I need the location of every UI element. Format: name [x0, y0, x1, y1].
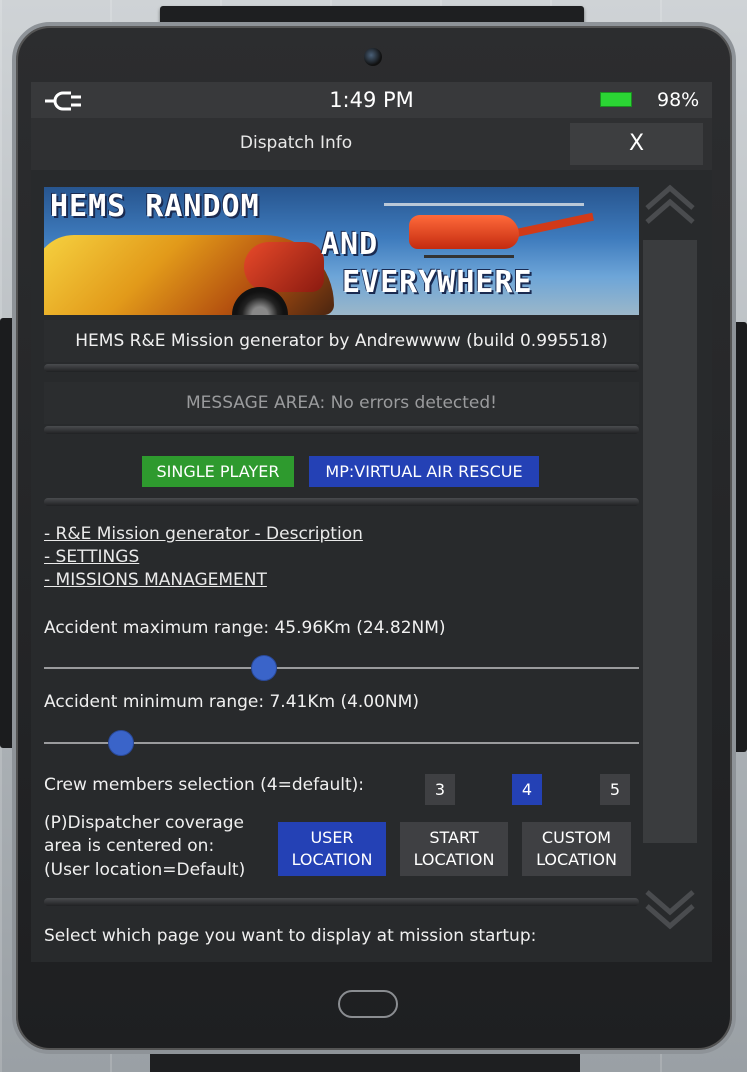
dispatch-content: HEMS RANDOM AND EVERYWHERE HEMS R&E Miss…	[31, 170, 712, 962]
helicopter-tail-graphic	[514, 212, 594, 238]
helicopter-graphic	[409, 215, 519, 249]
max-range-slider[interactable]	[44, 667, 639, 669]
max-range-slider-handle[interactable]	[251, 655, 278, 681]
custom-location-label-2: LOCATION	[536, 850, 617, 869]
scroll-up-icon[interactable]	[643, 182, 697, 228]
generator-info: HEMS R&E Mission generator by Andrewwww …	[44, 320, 639, 362]
custom-location-button[interactable]: CUSTOM LOCATION	[522, 822, 631, 876]
start-location-label-2: LOCATION	[413, 850, 495, 869]
home-button[interactable]	[338, 990, 398, 1018]
missions-management-link[interactable]: - MISSIONS MANAGEMENT	[44, 570, 267, 590]
helicopter-skid-graphic	[424, 255, 514, 258]
window-title: Dispatch Info	[239, 133, 353, 153]
start-location-label-1: START	[429, 828, 479, 847]
max-range-label: Accident maximum range: 45.96Km (24.82NM…	[44, 618, 446, 638]
helicopter-rotor-graphic	[384, 203, 584, 206]
camera-icon	[364, 48, 382, 66]
user-location-button[interactable]: USER LOCATION	[278, 822, 386, 876]
user-location-label-1: USER	[310, 828, 354, 847]
coverage-label-line3: (User location=Default)	[44, 860, 246, 880]
coverage-label-line1: (P)Dispatcher coverage	[44, 813, 244, 833]
tablet-screen: 1:49 PM 98% Dispatch Info X HEMS RANDOM …	[31, 82, 712, 962]
battery-icon	[600, 92, 632, 107]
crew-option-3[interactable]: 3	[425, 774, 455, 805]
description-link[interactable]: - R&E Mission generator - Description	[44, 524, 363, 544]
single-player-button[interactable]: SINGLE PLAYER	[142, 456, 294, 487]
title-bar: Dispatch Info X	[31, 118, 712, 170]
min-range-slider-handle[interactable]	[108, 730, 135, 756]
crew-option-5[interactable]: 5	[600, 774, 630, 805]
min-range-label: Accident minimum range: 7.41Km (4.00NM)	[44, 692, 419, 712]
startup-page-label: Select which page you want to display at…	[44, 926, 537, 946]
message-area: MESSAGE AREA: No errors detected!	[44, 382, 639, 424]
battery-percentage: 98%	[657, 89, 700, 111]
close-button[interactable]: X	[570, 123, 703, 165]
status-bar: 1:49 PM 98%	[31, 82, 712, 118]
start-location-button[interactable]: START LOCATION	[400, 822, 508, 876]
scroll-down-icon[interactable]	[643, 886, 697, 932]
banner-title-line2: AND	[321, 227, 379, 262]
settings-link[interactable]: - SETTINGS	[44, 547, 139, 567]
user-location-label-2: LOCATION	[291, 850, 373, 869]
divider	[44, 898, 639, 906]
hems-banner-image: HEMS RANDOM AND EVERYWHERE	[44, 187, 639, 315]
multiplayer-virtual-air-rescue-button[interactable]: MP:VIRTUAL AIR RESCUE	[309, 456, 539, 487]
banner-title-line3: EVERYWHERE	[342, 265, 533, 300]
car-debris-graphic	[244, 242, 324, 292]
coverage-label-line2: area is centered on:	[44, 836, 215, 856]
crew-selection-label: Crew members selection (4=default):	[44, 775, 365, 795]
mode-selector: SINGLE PLAYER MP:VIRTUAL AIR RESCUE	[31, 456, 712, 488]
divider	[44, 498, 639, 506]
scrollbar[interactable]	[643, 240, 697, 843]
divider	[44, 426, 639, 434]
banner-title-line1: HEMS RANDOM	[50, 189, 260, 224]
divider	[44, 364, 639, 372]
crew-option-4[interactable]: 4	[512, 774, 542, 805]
custom-location-label-1: CUSTOM	[541, 828, 612, 847]
